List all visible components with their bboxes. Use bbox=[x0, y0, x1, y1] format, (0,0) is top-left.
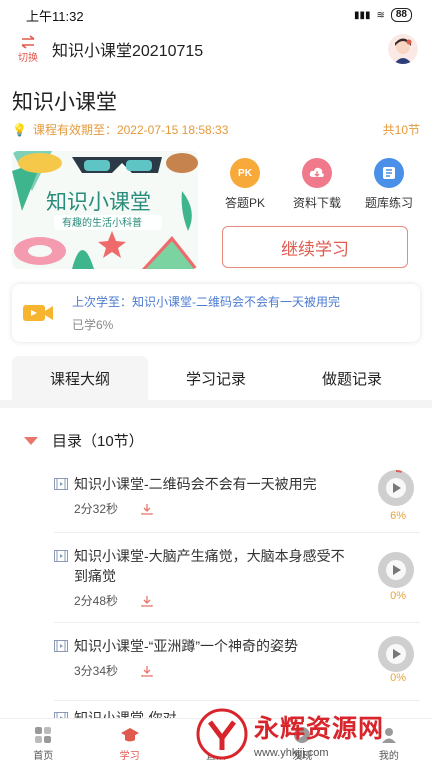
question-bank-button[interactable]: 题库练习 bbox=[358, 158, 420, 211]
play-icon bbox=[378, 636, 414, 672]
watermark-logo-icon bbox=[196, 708, 248, 760]
tab-bar: 课程大纲 学习记录 做题记录 bbox=[0, 356, 432, 400]
lesson-name: 知识小课堂-二维码会不会有一天被用完 bbox=[74, 476, 317, 492]
swap-icon bbox=[21, 34, 35, 49]
lesson-duration: 3分34秒 bbox=[74, 664, 119, 678]
signal-icon: ▮▮▮ bbox=[353, 9, 371, 21]
avatar[interactable] bbox=[388, 34, 418, 64]
film-icon bbox=[54, 550, 68, 562]
download-icon[interactable] bbox=[140, 502, 154, 516]
lesson-duration: 2分48秒 bbox=[74, 594, 119, 608]
download-materials-button[interactable]: 资料下载 bbox=[286, 158, 348, 211]
film-icon bbox=[54, 478, 68, 490]
watermark-url: www.yhkjjj.com bbox=[254, 747, 329, 759]
lesson-item[interactable]: 知识小课堂-“亚洲蹲”一个神奇的姿势 3分34秒 0% bbox=[54, 636, 420, 684]
action-buttons: PK 答题PK 资料下载 题库练习 bbox=[214, 158, 420, 211]
tab-course-outline[interactable]: 课程大纲 bbox=[12, 356, 148, 400]
nav-study[interactable]: 学习 bbox=[86, 719, 172, 768]
bulb-icon: 💡 bbox=[12, 122, 27, 137]
course-cover-image: 知识小课堂 有趣的生活小科普 bbox=[12, 151, 198, 269]
collapse-triangle-icon bbox=[24, 436, 38, 445]
lesson-divider bbox=[54, 700, 420, 701]
lesson-item[interactable]: 知识小课堂-大脑产生痛觉，大脑本身感受不到痛觉 2分48秒 0% bbox=[54, 546, 420, 609]
graduation-cap-icon bbox=[120, 728, 139, 742]
last-study-title: 上次学至：知识小课堂-二维码会不会有一天被用完 bbox=[72, 295, 340, 309]
battery-icon: 88 bbox=[390, 8, 412, 22]
watermark-text: 永辉资源网 bbox=[254, 715, 385, 743]
switch-button[interactable]: 切换 bbox=[14, 34, 42, 64]
lesson-play-thumbnail[interactable] bbox=[378, 470, 414, 506]
tab-quiz-records[interactable]: 做题记录 bbox=[284, 356, 420, 400]
outline-header[interactable]: 目录（10节） bbox=[24, 430, 144, 451]
status-time: 上午11:32 bbox=[26, 8, 84, 24]
status-icons: ▮▮▮ ≋ 88 bbox=[354, 8, 412, 22]
top-bar: 切换 知识小课堂20210715 bbox=[0, 30, 432, 68]
download-icon[interactable] bbox=[140, 664, 154, 678]
course-title: 知识小课堂 bbox=[12, 91, 117, 114]
lesson-name: 知识小课堂-“亚洲蹲”一个神奇的姿势 bbox=[74, 638, 298, 654]
last-study-progress: 已学6% bbox=[72, 318, 114, 332]
avatar-icon bbox=[388, 34, 418, 64]
play-icon bbox=[378, 552, 414, 588]
validity-text: 课程有效期至：2022-07-15 18:58:33 bbox=[32, 123, 229, 137]
cover-title: 知识小课堂 bbox=[46, 191, 151, 214]
last-study-card[interactable]: 上次学至：知识小课堂-二维码会不会有一天被用完 已学6% bbox=[12, 284, 420, 342]
lesson-divider bbox=[54, 622, 420, 623]
pk-quiz-button[interactable]: PK 答题PK bbox=[214, 158, 276, 211]
wifi-icon: ≋ bbox=[376, 9, 385, 21]
continue-learning-button[interactable]: 继续学习 bbox=[222, 226, 408, 268]
validity-row: 💡 课程有效期至：2022-07-15 18:58:33 共10节 bbox=[12, 121, 420, 138]
play-icon bbox=[378, 470, 414, 506]
lesson-item[interactable]: 知识小课堂-二维码会不会有一天被用完 2分32秒 6% bbox=[54, 470, 420, 522]
tab-study-records[interactable]: 学习记录 bbox=[148, 356, 284, 400]
page-title: 知识小课堂20210715 bbox=[52, 43, 204, 60]
lesson-progress: 6% bbox=[390, 510, 406, 522]
watermark: 永辉资源网 www.yhkjjj.com bbox=[196, 706, 422, 762]
lesson-progress: 0% bbox=[390, 590, 406, 602]
lesson-count: 共10节 bbox=[382, 123, 420, 137]
switch-label: 切换 bbox=[18, 52, 38, 64]
lesson-name: 知识小课堂-大脑产生痛觉，大脑本身感受不到痛觉 bbox=[74, 548, 345, 584]
lesson-play-thumbnail[interactable] bbox=[378, 636, 414, 672]
cover-subtitle: 有趣的生活小科普 bbox=[62, 216, 142, 229]
lesson-divider bbox=[54, 532, 420, 533]
nav-home[interactable]: 首页 bbox=[0, 719, 86, 768]
film-icon bbox=[54, 640, 68, 652]
cloud-download-icon bbox=[302, 158, 332, 188]
pk-icon: PK bbox=[230, 158, 260, 188]
outline-title: 目录（10节） bbox=[52, 433, 144, 450]
section-divider bbox=[0, 400, 432, 408]
home-grid-icon bbox=[35, 727, 52, 743]
download-icon[interactable] bbox=[140, 594, 154, 608]
lesson-play-thumbnail[interactable] bbox=[378, 552, 414, 588]
lesson-duration: 2分32秒 bbox=[74, 502, 119, 516]
video-camera-icon bbox=[23, 305, 53, 321]
status-bar: 上午11:32 ▮▮▮ ≋ 88 bbox=[0, 0, 432, 30]
lesson-progress: 0% bbox=[390, 672, 406, 684]
list-icon bbox=[374, 158, 404, 188]
